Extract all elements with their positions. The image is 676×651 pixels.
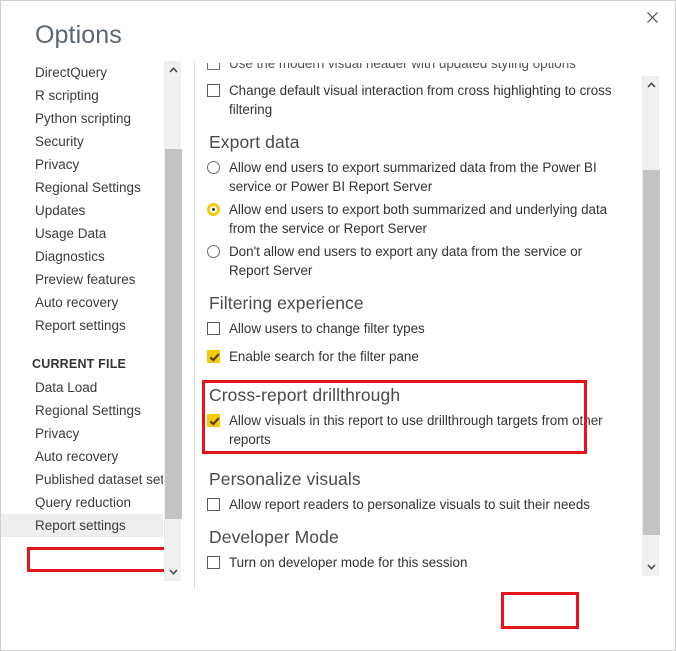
dialog-titlebar: Options bbox=[1, 1, 675, 57]
option-modern-visual-header[interactable]: Use the modern visual header with update… bbox=[207, 63, 627, 73]
sidebar-item-report-settings-global[interactable]: Report settings bbox=[1, 314, 163, 337]
option-developer-mode[interactable]: Turn on developer mode for this session bbox=[207, 553, 627, 572]
radio-option-export-none[interactable]: Don't allow end users to export any data… bbox=[207, 242, 627, 280]
option-label: Change default visual interaction from c… bbox=[229, 83, 612, 117]
content-scrollbar-thumb[interactable] bbox=[643, 170, 660, 535]
checkbox-allow-change-filter-types[interactable] bbox=[207, 322, 220, 335]
radio-export-both-summarized-underlying[interactable] bbox=[207, 203, 220, 216]
option-change-default-visual-interaction[interactable]: Change default visual interaction from c… bbox=[207, 81, 627, 119]
sidebar-scrollbar[interactable] bbox=[164, 61, 182, 581]
options-dialog: Options DirectQuery R scripting Python s… bbox=[0, 0, 676, 651]
sidebar-item-label: Privacy bbox=[35, 157, 80, 172]
section-heading-cross-report-drillthrough: Cross-report drillthrough bbox=[209, 385, 401, 405]
sidebar-item-diagnostics[interactable]: Diagnostics bbox=[1, 245, 163, 268]
sidebar-section-label: CURRENT FILE bbox=[32, 357, 127, 371]
option-label: Allow users to change filter types bbox=[229, 321, 425, 336]
vertical-divider bbox=[194, 61, 195, 589]
sidebar-item-label: Regional Settings bbox=[35, 180, 141, 195]
dialog-footer: OK Cancel bbox=[1, 588, 675, 650]
sidebar-item-query-reduction[interactable]: Query reduction bbox=[1, 491, 163, 514]
sidebar-item-usage-data[interactable]: Usage Data bbox=[1, 222, 163, 245]
sidebar-item-directquery[interactable]: DirectQuery bbox=[1, 61, 163, 84]
option-label: Use the modern visual header with update… bbox=[229, 63, 576, 71]
radio-export-none[interactable] bbox=[207, 245, 220, 258]
option-cross-report-drillthrough[interactable]: Allow visuals in this report to use dril… bbox=[207, 411, 627, 449]
sidebar-item-label: Python scripting bbox=[35, 111, 132, 126]
settings-content-panel: Use the modern visual header with update… bbox=[207, 63, 627, 576]
sidebar-item-label: Published dataset set... bbox=[35, 472, 163, 487]
checkbox-modern-visual-header[interactable] bbox=[207, 63, 220, 70]
sidebar-item-label: Report settings bbox=[35, 518, 126, 533]
sidebar-item-label: Preview features bbox=[35, 272, 136, 287]
sidebar-item-label: R scripting bbox=[35, 88, 99, 103]
page-title: Options bbox=[35, 21, 122, 49]
chevron-down-icon[interactable] bbox=[165, 563, 182, 581]
sidebar-item-python-scripting[interactable]: Python scripting bbox=[1, 107, 163, 130]
sidebar-item-label: Report settings bbox=[35, 318, 126, 333]
sidebar-item-data-load[interactable]: Data Load bbox=[1, 376, 163, 399]
chevron-down-icon[interactable] bbox=[643, 558, 660, 576]
sidebar-section-current-file: CURRENT FILE bbox=[1, 353, 163, 376]
chevron-up-icon[interactable] bbox=[165, 61, 182, 79]
option-label: Enable search for the filter pane bbox=[229, 349, 419, 364]
radio-option-export-summarized[interactable]: Allow end users to export summarized dat… bbox=[207, 158, 627, 196]
sidebar-item-label: Regional Settings bbox=[35, 403, 141, 418]
option-label: Allow end users to export both summarize… bbox=[229, 202, 608, 236]
sidebar-item-label: Updates bbox=[35, 203, 86, 218]
option-label: Allow visuals in this report to use dril… bbox=[229, 413, 603, 447]
section-heading-developer-mode: Developer Mode bbox=[209, 527, 339, 547]
radio-export-summarized[interactable] bbox=[207, 161, 220, 174]
sidebar-item-preview-features[interactable]: Preview features bbox=[1, 268, 163, 291]
checkbox-cross-report-drillthrough[interactable] bbox=[207, 414, 220, 427]
sidebar-item-label: Auto recovery bbox=[35, 295, 119, 310]
option-allow-change-filter-types[interactable]: Allow users to change filter types bbox=[207, 319, 627, 338]
option-enable-filter-pane-search[interactable]: Enable search for the filter pane bbox=[207, 347, 627, 366]
option-label: Allow report readers to personalize visu… bbox=[229, 497, 590, 512]
section-heading-export-data: Export data bbox=[209, 132, 300, 152]
sidebar-item-label: DirectQuery bbox=[35, 65, 108, 80]
option-label: Turn on developer mode for this session bbox=[229, 555, 468, 570]
sidebar: DirectQuery R scripting Python scripting… bbox=[1, 61, 163, 581]
sidebar-item-r-scripting[interactable]: R scripting bbox=[1, 84, 163, 107]
option-label: Don't allow end users to export any data… bbox=[229, 244, 583, 278]
sidebar-item-label: Query reduction bbox=[35, 495, 132, 510]
sidebar-nav-list: DirectQuery R scripting Python scripting… bbox=[1, 61, 163, 537]
checkbox-enable-filter-pane-search[interactable] bbox=[207, 350, 220, 363]
sidebar-item-label: Usage Data bbox=[35, 226, 107, 241]
sidebar-item-updates[interactable]: Updates bbox=[1, 199, 163, 222]
sidebar-item-label: Auto recovery bbox=[35, 449, 119, 464]
sidebar-item-auto-recovery-file[interactable]: Auto recovery bbox=[1, 445, 163, 468]
close-icon[interactable] bbox=[630, 2, 674, 32]
checkbox-change-default-visual-interaction[interactable] bbox=[207, 84, 220, 97]
section-heading-filtering-experience: Filtering experience bbox=[209, 293, 364, 313]
sidebar-item-privacy-file[interactable]: Privacy bbox=[1, 422, 163, 445]
section-heading-personalize-visuals: Personalize visuals bbox=[209, 469, 361, 489]
sidebar-item-regional-settings[interactable]: Regional Settings bbox=[1, 176, 163, 199]
sidebar-item-privacy[interactable]: Privacy bbox=[1, 153, 163, 176]
sidebar-item-auto-recovery[interactable]: Auto recovery bbox=[1, 291, 163, 314]
radio-option-export-both[interactable]: Allow end users to export both summarize… bbox=[207, 200, 627, 238]
sidebar-item-label: Privacy bbox=[35, 426, 80, 441]
sidebar-item-regional-settings-file[interactable]: Regional Settings bbox=[1, 399, 163, 422]
sidebar-item-report-settings[interactable]: Report settings bbox=[1, 514, 163, 537]
sidebar-scrollbar-thumb[interactable] bbox=[165, 149, 182, 519]
option-personalize-visuals[interactable]: Allow report readers to personalize visu… bbox=[207, 495, 627, 514]
sidebar-item-label: Data Load bbox=[35, 380, 98, 395]
option-label: Allow end users to export summarized dat… bbox=[229, 160, 597, 194]
sidebar-item-published-dataset-settings[interactable]: Published dataset set... bbox=[1, 468, 163, 491]
content-scrollbar[interactable] bbox=[642, 76, 660, 576]
checkbox-developer-mode[interactable] bbox=[207, 556, 220, 569]
checkbox-personalize-visuals[interactable] bbox=[207, 498, 220, 511]
sidebar-item-label: Diagnostics bbox=[35, 249, 105, 264]
sidebar-item-security[interactable]: Security bbox=[1, 130, 163, 153]
sidebar-item-label: Security bbox=[35, 134, 84, 149]
chevron-up-icon[interactable] bbox=[643, 76, 660, 94]
